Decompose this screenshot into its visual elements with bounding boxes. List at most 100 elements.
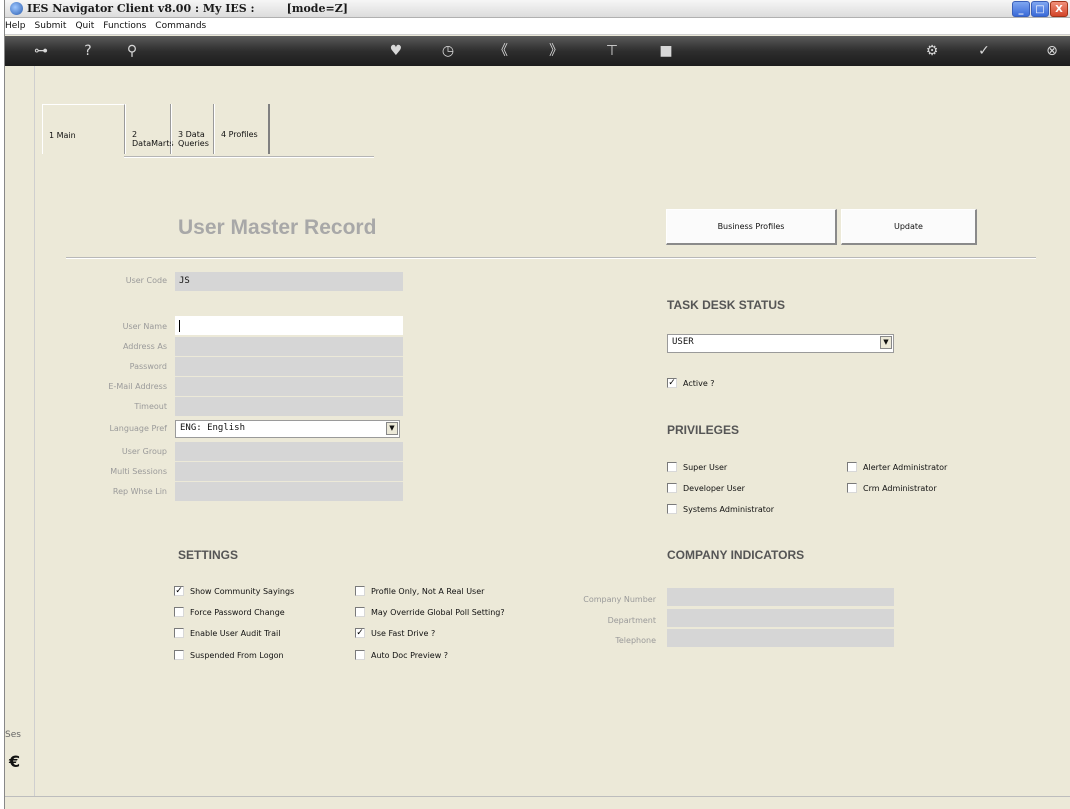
crm-admin-checkbox[interactable]: Crm Administrator xyxy=(847,483,937,493)
address-as-label: Address As xyxy=(122,342,167,351)
tab-data-queries[interactable]: 3 Data Queries xyxy=(171,104,214,154)
menu-commands[interactable]: Commands xyxy=(155,21,206,31)
checkbox-icon[interactable] xyxy=(174,607,184,617)
search-icon[interactable]: ⚲ xyxy=(121,43,143,59)
checkbox-icon[interactable] xyxy=(667,504,677,514)
chevron-down-icon[interactable]: ▼ xyxy=(880,336,892,349)
address-as-field[interactable] xyxy=(175,337,403,356)
department-field[interactable] xyxy=(667,609,894,627)
close-button[interactable]: X xyxy=(1050,1,1068,17)
alerter-admin-label: Alerter Administrator xyxy=(863,462,948,472)
language-pref-select[interactable]: ENG: English ▼ xyxy=(175,420,400,438)
rewind-icon[interactable]: 《 xyxy=(490,43,512,59)
suspended-from-logon-checkbox[interactable]: Suspended From Logon xyxy=(174,650,284,660)
checkbox-checked-icon[interactable]: ✓ xyxy=(174,586,184,596)
minimize-button[interactable]: _ xyxy=(1012,1,1030,17)
active-checkbox[interactable]: ✓ Active ? xyxy=(667,378,715,388)
session-label: Ses xyxy=(5,730,21,740)
tab-underline xyxy=(124,156,374,158)
status-bar xyxy=(5,796,1070,809)
profile-only-checkbox[interactable]: Profile Only, Not A Real User xyxy=(355,586,484,596)
menu-functions[interactable]: Functions xyxy=(103,21,146,31)
checkbox-icon[interactable] xyxy=(667,462,677,472)
crm-admin-label: Crm Administrator xyxy=(863,483,937,493)
tab-profiles[interactable]: 4 Profiles xyxy=(214,104,270,154)
toolbar: ⊶ ? ⚲ ♥ ◷ 《 》 ⊤ ■ ⚙ ✓ ⊗ xyxy=(5,36,1070,66)
rep-whse-lin-field[interactable] xyxy=(175,482,403,501)
help-icon[interactable]: ? xyxy=(77,43,99,59)
app-icon xyxy=(10,2,23,15)
settings-heading: SETTINGS xyxy=(178,548,239,562)
telephone-field[interactable] xyxy=(667,629,894,647)
user-code-label: User Code xyxy=(125,276,167,285)
user-code-field[interactable]: JS xyxy=(175,272,403,291)
business-profiles-button[interactable]: Business Profiles xyxy=(666,209,837,245)
toolbar-close-icon[interactable]: ⊗ xyxy=(1041,43,1063,59)
user-group-field[interactable] xyxy=(175,442,403,461)
forward-icon[interactable]: 》 xyxy=(545,43,567,59)
menu-help[interactable]: Help xyxy=(5,21,26,31)
window-mode: [mode=Z] xyxy=(286,2,348,15)
window-controls: _ □ X xyxy=(1012,1,1068,17)
checkbox-icon[interactable] xyxy=(847,483,857,493)
menu-submit[interactable]: Submit xyxy=(35,21,67,31)
stop-icon[interactable]: ■ xyxy=(655,43,677,59)
show-community-sayings-checkbox[interactable]: ✓ Show Community Sayings xyxy=(174,586,294,596)
systems-admin-checkbox[interactable]: Systems Administrator xyxy=(667,504,774,514)
checkbox-checked-icon[interactable]: ✓ xyxy=(667,378,677,388)
checkbox-icon[interactable] xyxy=(667,483,677,493)
tab-datamarts[interactable]: 2 DataMarts xyxy=(125,104,174,154)
email-label: E-Mail Address xyxy=(108,382,167,391)
task-desk-status-select[interactable]: USER ▼ xyxy=(667,334,894,353)
override-poll-setting-label: May Override Global Poll Setting? xyxy=(371,607,505,617)
company-number-field[interactable] xyxy=(667,588,894,606)
settings-icon[interactable]: ⚙ xyxy=(921,43,943,59)
force-password-change-checkbox[interactable]: Force Password Change xyxy=(174,607,285,617)
update-button[interactable]: Update xyxy=(841,209,977,245)
auto-doc-preview-checkbox[interactable]: Auto Doc Preview ? xyxy=(355,650,448,660)
privileges-heading: PRIVILEGES xyxy=(667,423,740,437)
maximize-button[interactable]: □ xyxy=(1031,1,1049,17)
timeout-field[interactable] xyxy=(175,397,403,416)
header-divider xyxy=(66,257,1036,259)
window-title: IES Navigator Client v8.00 : My IES : xyxy=(27,2,255,15)
multi-sessions-field[interactable] xyxy=(175,462,403,481)
use-fast-drive-label: Use Fast Drive ? xyxy=(371,628,436,638)
tree-icon[interactable]: ⊤ xyxy=(601,43,623,59)
user-name-label: User Name xyxy=(122,322,167,331)
checkbox-icon[interactable] xyxy=(355,607,365,617)
password-label: Password xyxy=(129,362,167,371)
super-user-label: Super User xyxy=(683,462,728,472)
show-community-sayings-label: Show Community Sayings xyxy=(190,586,295,596)
checkbox-icon[interactable] xyxy=(355,650,365,660)
developer-user-checkbox[interactable]: Developer User xyxy=(667,483,745,493)
enable-audit-trail-checkbox[interactable]: Enable User Audit Trail xyxy=(174,628,280,638)
menu-quit[interactable]: Quit xyxy=(75,21,94,31)
checkbox-icon[interactable] xyxy=(174,628,184,638)
checkbox-icon[interactable] xyxy=(174,650,184,660)
super-user-checkbox[interactable]: Super User xyxy=(667,462,727,472)
checkbox-checked-icon[interactable]: ✓ xyxy=(355,628,365,638)
ok-icon[interactable]: ✓ xyxy=(973,43,995,59)
tab-main[interactable]: 1 Main xyxy=(42,104,125,154)
password-field[interactable] xyxy=(175,357,403,376)
checkbox-icon[interactable] xyxy=(847,462,857,472)
rep-whse-lin-label: Rep Whse Lin xyxy=(112,487,167,496)
key-icon[interactable]: ⊶ xyxy=(30,43,52,59)
alerter-admin-checkbox[interactable]: Alerter Administrator xyxy=(847,462,947,472)
heart-icon[interactable]: ♥ xyxy=(385,43,407,59)
use-fast-drive-checkbox[interactable]: ✓ Use Fast Drive ? xyxy=(355,628,435,638)
user-name-field[interactable] xyxy=(175,316,403,335)
clock-icon[interactable]: ◷ xyxy=(437,43,459,59)
page-title: User Master Record xyxy=(178,216,377,239)
left-panel xyxy=(5,66,35,796)
override-poll-setting-checkbox[interactable]: May Override Global Poll Setting? xyxy=(355,607,505,617)
chevron-down-icon[interactable]: ▼ xyxy=(386,422,398,435)
language-pref-label: Language Pref xyxy=(109,424,167,433)
checkbox-icon[interactable] xyxy=(355,586,365,596)
email-field[interactable] xyxy=(175,377,403,396)
title-bar: IES Navigator Client v8.00 : My IES : [m… xyxy=(5,0,1070,18)
company-indicators-heading: COMPANY INDICATORS xyxy=(667,548,805,562)
telephone-label: Telephone xyxy=(615,636,656,645)
text-caret xyxy=(179,320,180,332)
